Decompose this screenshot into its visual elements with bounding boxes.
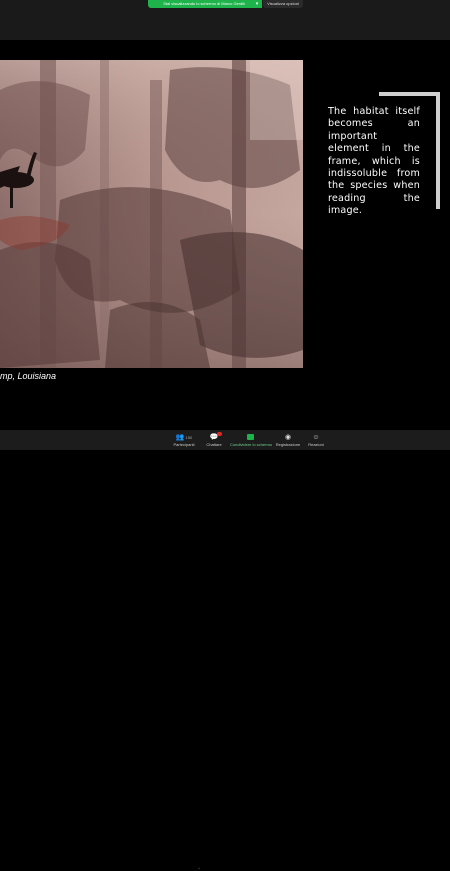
chevron-up-icon[interactable]: ^ [198, 866, 200, 871]
meeting-top-bar: Stai visualizzando lo schermo di Marco G… [0, 0, 450, 40]
chevron-down-icon[interactable]: ▾ [252, 0, 262, 8]
swamp-photo [0, 60, 303, 368]
screen-share-notice[interactable]: Stai visualizzando lo schermo di Marco G… [148, 0, 260, 8]
share-screen-label: Condividere lo schermo [230, 442, 273, 447]
slide-quote: The habitat itself becomes an important … [328, 106, 420, 217]
chat-icon: 💬 [209, 434, 219, 441]
shared-slide: mp, Louisiana The habitat itself becomes… [0, 40, 450, 430]
decorative-bracket-top [379, 92, 440, 96]
meeting-toolbar: 👥150 Partecipanti ^ 💬 Chattare Condivide… [0, 430, 450, 871]
view-options-button[interactable]: Visualizza opzioni [263, 0, 303, 8]
reactions-button[interactable]: ☺ Reazioni [296, 433, 336, 449]
share-screen-button[interactable]: Condividere lo schermo [230, 433, 273, 449]
chat-label: Chattare [206, 442, 222, 447]
chat-button[interactable]: 💬 Chattare [194, 432, 234, 449]
reactions-label: Reazioni [308, 442, 324, 447]
share-screen-icon [230, 433, 270, 442]
photo-caption: mp, Louisiana [0, 371, 57, 381]
notification-badge [217, 432, 222, 436]
reactions-icon: ☺ [312, 434, 320, 441]
participant-count: 150 [185, 435, 193, 440]
decorative-bracket-side [436, 92, 440, 209]
